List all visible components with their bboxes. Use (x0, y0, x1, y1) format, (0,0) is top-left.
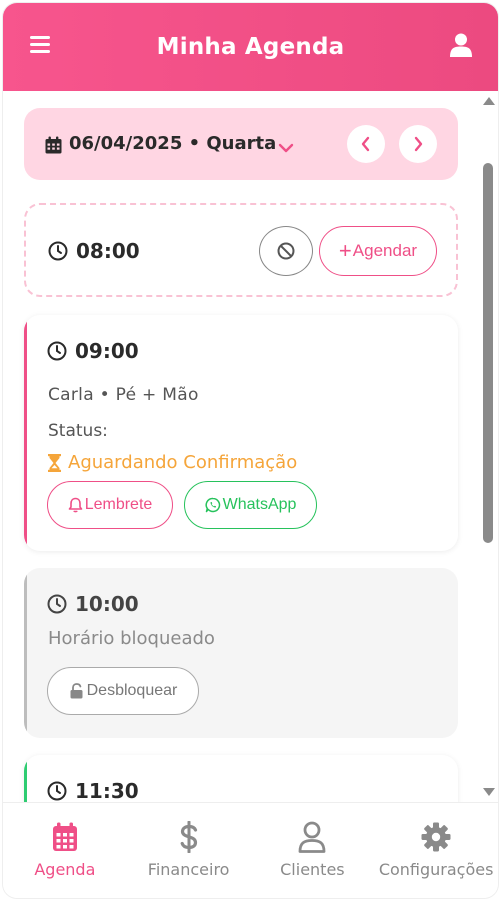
free-slot-card: 08:00 + Agendar (24, 203, 458, 297)
clock-icon (47, 781, 67, 801)
nav-item-configuracoes[interactable]: Configurações (374, 803, 498, 898)
whatsapp-icon (205, 497, 220, 513)
slot-time-label: 10:00 (75, 592, 139, 616)
reminder-button-label: Lembrete (84, 496, 153, 513)
status-value-label: Aguardando Confirmação (68, 452, 298, 473)
date-selector: 06/04/2025 • Quarta (24, 108, 458, 180)
calendar-icon (45, 136, 62, 158)
next-day-button[interactable] (399, 125, 437, 163)
nav-item-agenda[interactable]: Agenda (3, 803, 127, 898)
block-icon (277, 242, 295, 260)
slot-time: 11:30 (47, 779, 139, 802)
status-badge: Aguardando Confirmação (48, 452, 297, 473)
slot-time: 08:00 (48, 239, 140, 263)
block-slot-button[interactable] (259, 226, 313, 276)
nav-item-financeiro[interactable]: Financeiro (127, 803, 251, 898)
slot-time-label: 11:30 (75, 779, 139, 802)
nav-label: Agenda (34, 860, 96, 879)
appointment-card[interactable]: 09:00 Carla • Pé + Mão Status: Aguardand… (24, 315, 458, 551)
nav-item-clientes[interactable]: Clientes (251, 803, 375, 898)
chevron-right-icon (414, 136, 423, 152)
slot-time-label: 09:00 (75, 339, 139, 363)
previous-day-button[interactable] (347, 125, 385, 163)
gear-icon (421, 820, 451, 854)
status-stripe (24, 568, 27, 738)
status-label: Status: (48, 421, 108, 441)
status-stripe (24, 755, 27, 802)
appointment-card[interactable]: 11:30 (24, 755, 458, 802)
status-stripe (24, 315, 27, 551)
app-frame: Minha Agenda 06/04/2025 • Quarta 08:00 +… (3, 3, 498, 898)
slot-time-label: 08:00 (76, 239, 140, 263)
clock-icon (47, 341, 67, 361)
blocked-slot-card: 10:00 Horário bloqueado Desbloquear (24, 568, 458, 738)
scrollbar-thumb[interactable] (483, 163, 493, 543)
reminder-button[interactable]: Lembrete (47, 481, 173, 529)
bell-icon (68, 497, 83, 513)
app-header: Minha Agenda (3, 3, 498, 91)
chevron-left-icon (361, 136, 370, 152)
clock-icon (48, 241, 68, 261)
scroll-up-arrow-icon[interactable] (483, 97, 495, 105)
plus-icon: + (338, 238, 352, 263)
current-date-label[interactable]: 06/04/2025 • Quarta (69, 133, 276, 154)
slot-time: 10:00 (47, 592, 139, 616)
scroll-down-arrow-icon[interactable] (483, 788, 495, 796)
user-icon[interactable] (450, 33, 472, 57)
bottom-navigation: Agenda Financeiro Clientes Configurações (3, 802, 498, 898)
unlock-button-label: Desbloquear (86, 682, 178, 699)
client-service-label: Carla • Pé + Mão (48, 385, 199, 405)
page-title: Minha Agenda (156, 34, 345, 60)
schedule-button[interactable]: + Agendar (319, 226, 437, 276)
schedule-list[interactable]: 06/04/2025 • Quarta 08:00 + Agendar 09:0… (3, 91, 498, 802)
unlock-icon (70, 683, 83, 699)
vertical-scrollbar[interactable] (480, 91, 498, 802)
whatsapp-button[interactable]: WhatsApp (184, 481, 317, 529)
slot-time: 09:00 (47, 339, 139, 363)
calendar-icon (52, 820, 78, 854)
nav-label: Configurações (378, 860, 494, 879)
nav-label: Financeiro (147, 860, 230, 879)
chevron-down-icon[interactable] (278, 138, 294, 157)
dollar-icon (179, 820, 199, 854)
nav-label: Clientes (280, 860, 345, 879)
schedule-button-label: Agendar (352, 241, 418, 260)
blocked-label: Horário bloqueado (48, 628, 215, 649)
user-icon (298, 820, 326, 854)
whatsapp-button-label: WhatsApp (222, 496, 297, 513)
clock-icon (47, 594, 67, 614)
unlock-button[interactable]: Desbloquear (47, 667, 199, 715)
hourglass-icon (48, 453, 61, 472)
hamburger-menu-icon[interactable] (30, 36, 50, 54)
